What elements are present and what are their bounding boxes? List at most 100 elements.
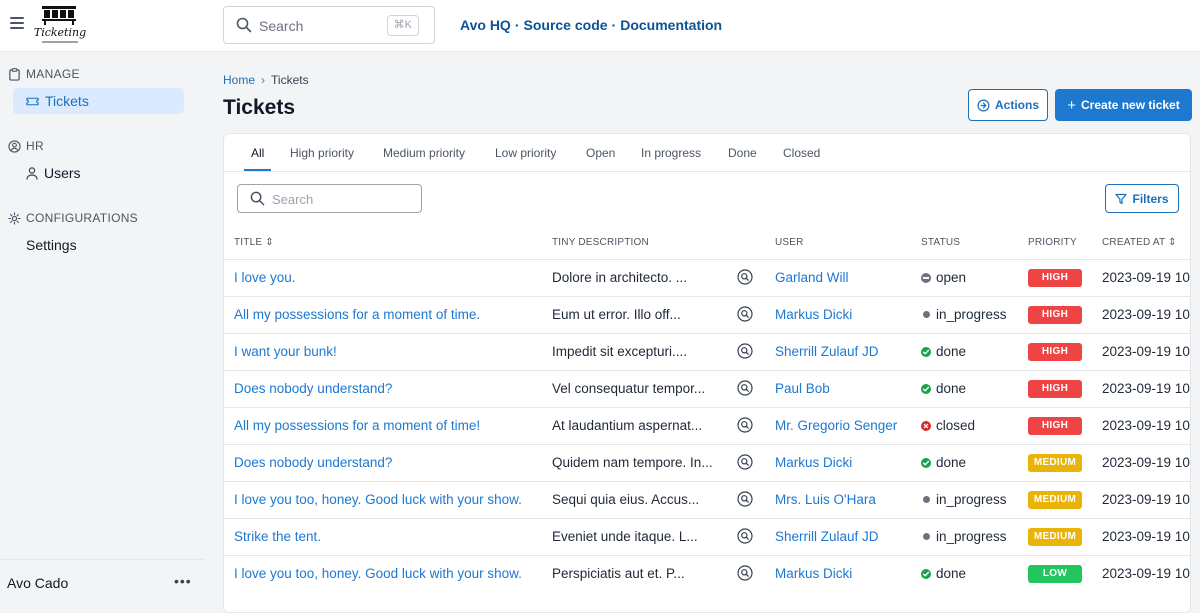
ticket-user-link[interactable]: Markus Dicki bbox=[775, 455, 852, 470]
breadcrumb-home[interactable]: Home bbox=[223, 73, 255, 87]
menu-icon[interactable] bbox=[10, 17, 24, 29]
ticket-title-link[interactable]: Does nobody understand? bbox=[234, 455, 392, 470]
tab-high-priority[interactable]: High priority bbox=[290, 146, 354, 160]
sidebar-item-settings[interactable]: Settings bbox=[13, 232, 184, 258]
column-header-created-at[interactable]: CREATED AT ⇕ bbox=[1102, 237, 1177, 248]
view-record-icon[interactable] bbox=[737, 491, 753, 507]
view-record-icon[interactable] bbox=[737, 417, 753, 433]
ticket-description: At laudantium aspernat... bbox=[552, 418, 703, 433]
created-at-value: 2023-09-19 10 bbox=[1102, 418, 1190, 433]
view-record-icon[interactable] bbox=[737, 306, 753, 322]
link-separator: · bbox=[611, 17, 617, 33]
breadcrumb: Home › Tickets bbox=[223, 73, 309, 87]
ticket-user-link[interactable]: Mrs. Luis O'Hara bbox=[775, 492, 876, 507]
sidebar-section-title: CONFIGURATIONS bbox=[26, 211, 138, 225]
page-title: Tickets bbox=[223, 96, 295, 119]
ticket-title-link[interactable]: I want your bunk! bbox=[234, 344, 337, 359]
view-record-icon[interactable] bbox=[737, 269, 753, 285]
link-source-code[interactable]: Source code bbox=[524, 17, 608, 33]
user-icon bbox=[26, 166, 38, 180]
status-done-icon bbox=[921, 568, 931, 579]
status-label: done bbox=[936, 381, 967, 396]
ticket-user-link[interactable]: Markus Dicki bbox=[775, 307, 852, 322]
ticket-user-link[interactable]: Mr. Gregorio Senger bbox=[775, 418, 897, 433]
scope-tabs: All High priority Medium priority Low pr… bbox=[224, 134, 1190, 172]
table-row[interactable]: I love you. Dolore in architecto. ... Garl… bbox=[224, 259, 1190, 296]
tab-low-priority[interactable]: Low priority bbox=[495, 146, 556, 160]
tab-all[interactable]: All bbox=[251, 146, 264, 160]
filters-button-label: Filters bbox=[1132, 191, 1169, 206]
sidebar-section-title: MANAGE bbox=[26, 67, 80, 81]
create-ticket-button[interactable]: + Create new ticket bbox=[1055, 89, 1192, 121]
priority-badge: HIGH bbox=[1028, 343, 1082, 361]
status-label: closed bbox=[936, 418, 976, 433]
ticket-description: Sequi quia eius. Accus... bbox=[552, 492, 700, 507]
priority-badge: LOW bbox=[1028, 565, 1082, 583]
actions-button[interactable]: Actions bbox=[968, 89, 1048, 121]
table-row[interactable]: All my possessions for a moment of time!… bbox=[224, 407, 1190, 444]
priority-badge: MEDIUM bbox=[1028, 528, 1082, 546]
ticket-title-link[interactable]: I love you too, honey. Good luck with yo… bbox=[234, 566, 522, 581]
table-row[interactable]: Does nobody understand? Quidem nam tempor… bbox=[224, 444, 1190, 481]
ticket-user-link[interactable]: Paul Bob bbox=[775, 381, 830, 396]
view-record-icon[interactable] bbox=[737, 380, 753, 396]
tab-done[interactable]: Done bbox=[728, 146, 757, 160]
global-search-input[interactable]: Search ⌘K bbox=[223, 6, 435, 44]
tab-in-progress[interactable]: In progress bbox=[641, 146, 701, 160]
ticket-description: Eveniet unde itaque. L... bbox=[552, 529, 698, 544]
current-user-name: Avo Cado bbox=[7, 575, 69, 591]
ticket-user-link[interactable]: Sherrill Zulauf JD bbox=[775, 529, 879, 544]
ticket-user-link[interactable]: Sherrill Zulauf JD bbox=[775, 344, 879, 359]
table-row[interactable]: I love you too, honey. Good luck with yo… bbox=[224, 481, 1190, 518]
ticket-title-link[interactable]: I love you too, honey. Good luck with yo… bbox=[234, 492, 522, 507]
table-row[interactable]: All my possessions for a moment of time.… bbox=[224, 296, 1190, 333]
status-label: done bbox=[936, 566, 967, 581]
user-menu-button[interactable]: ••• bbox=[174, 573, 192, 589]
ticket-title-link[interactable]: Does nobody understand? bbox=[234, 381, 392, 396]
view-record-icon[interactable] bbox=[737, 528, 753, 544]
link-avo-hq[interactable]: Avo HQ bbox=[460, 17, 511, 33]
tab-open[interactable]: Open bbox=[586, 146, 615, 160]
priority-badge: MEDIUM bbox=[1028, 454, 1082, 472]
status-label: open bbox=[936, 270, 967, 285]
ticket-title-link[interactable]: Strike the tent. bbox=[234, 529, 321, 544]
ticket-title-link[interactable]: I love you. bbox=[234, 270, 296, 285]
sidebar-section-title: HR bbox=[26, 139, 44, 153]
sidebar-item-users[interactable]: Users bbox=[13, 160, 184, 186]
tab-closed[interactable]: Closed bbox=[783, 146, 820, 160]
logo-text: Ticketing bbox=[33, 26, 87, 39]
ticket-user-link[interactable]: Markus Dicki bbox=[775, 566, 852, 581]
ticket-description: Dolore in architecto. ... bbox=[552, 270, 688, 285]
status-label: in_progress bbox=[936, 529, 1007, 544]
tab-medium-priority[interactable]: Medium priority bbox=[383, 146, 465, 160]
table-row[interactable]: Does nobody understand? Vel consequatur t… bbox=[224, 370, 1190, 407]
view-record-icon[interactable] bbox=[737, 454, 753, 470]
sidebar-section-hr: HR bbox=[8, 138, 44, 154]
filters-button[interactable]: Filters bbox=[1105, 184, 1179, 213]
view-record-icon[interactable] bbox=[737, 343, 753, 359]
priority-badge: MEDIUM bbox=[1028, 491, 1082, 509]
logo-seats-icon bbox=[42, 6, 76, 25]
sidebar-item-label: Settings bbox=[26, 237, 77, 253]
ticket-title-link[interactable]: All my possessions for a moment of time. bbox=[234, 307, 480, 322]
table-row[interactable]: Strike the tent. Eveniet unde itaque. L..… bbox=[224, 518, 1190, 555]
table-search-placeholder: Search bbox=[272, 192, 314, 207]
status-badge: done bbox=[921, 344, 966, 359]
table-row[interactable]: I want your bunk! Impedit sit excepturi..… bbox=[224, 333, 1190, 370]
column-header-priority: PRIORITY bbox=[1028, 237, 1077, 248]
search-placeholder: Search bbox=[259, 18, 304, 34]
app-logo[interactable]: Ticketing bbox=[32, 4, 88, 46]
ticket-user-link[interactable]: Garland Will bbox=[775, 270, 849, 285]
search-shortcut-badge: ⌘K bbox=[386, 15, 419, 36]
search-icon bbox=[236, 17, 252, 33]
view-record-icon[interactable] bbox=[737, 565, 753, 581]
table-row[interactable]: I love you too, honey. Good luck with yo… bbox=[224, 555, 1190, 592]
ticket-description: Impedit sit excepturi.... bbox=[552, 344, 688, 359]
status-done-icon bbox=[921, 457, 931, 468]
sidebar-item-tickets[interactable]: Tickets bbox=[13, 88, 184, 114]
column-header-title[interactable]: TITLE ⇕ bbox=[234, 237, 274, 248]
table-search-input[interactable]: Search bbox=[237, 184, 422, 213]
link-documentation[interactable]: Documentation bbox=[620, 17, 722, 33]
status-label: done bbox=[936, 455, 967, 470]
ticket-title-link[interactable]: All my possessions for a moment of time! bbox=[234, 418, 480, 433]
